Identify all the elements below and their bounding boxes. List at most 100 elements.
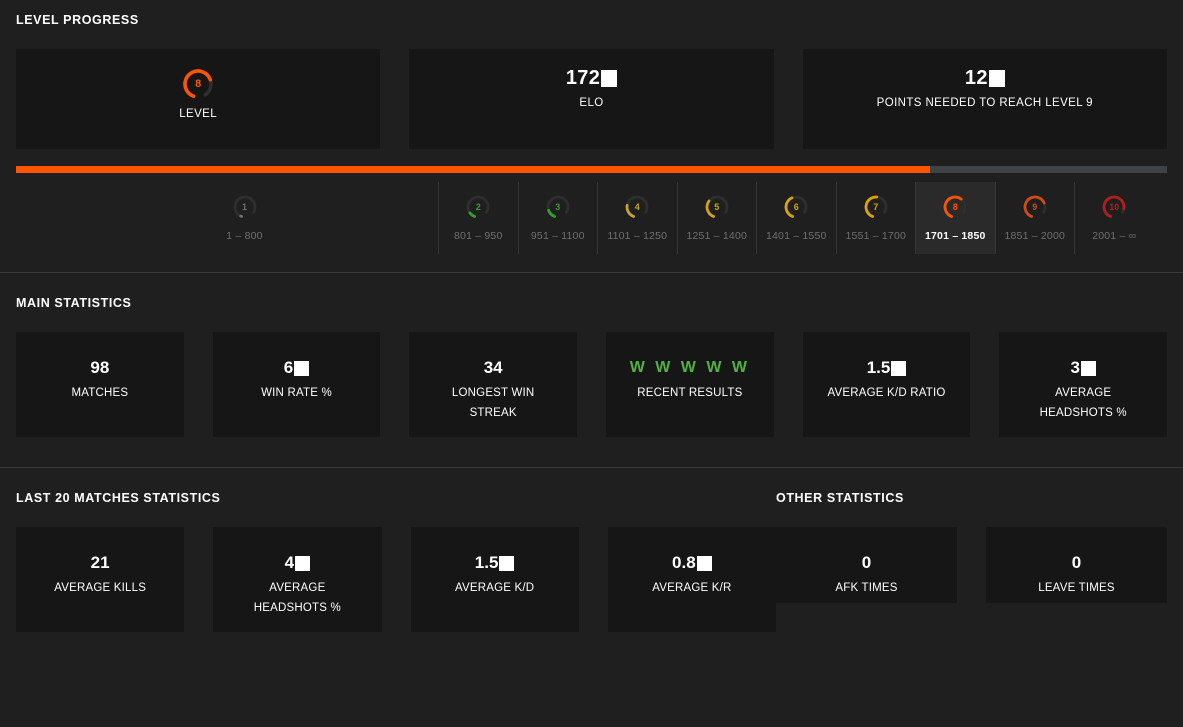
level-gauge-icon-10: 10 <box>1101 194 1127 220</box>
level-cell-5[interactable]: 5 1251 – 1400 <box>676 182 757 254</box>
points-needed-value-wrap: 12 <box>965 67 1005 90</box>
elo-redaction-block <box>601 70 618 87</box>
level-range-5: 1251 – 1400 <box>686 230 748 242</box>
main-stat-value-wrap: 1.5 <box>867 358 907 378</box>
level-cell-9[interactable]: 9 1851 – 2000 <box>994 182 1075 254</box>
last20-stat-label: AVERAGE K/D <box>454 582 535 594</box>
elo-card-label: ELO <box>579 97 604 109</box>
level-range-10: 2001 – ∞ <box>1092 230 1137 242</box>
main-stat-value: 6 <box>283 358 294 377</box>
level-gauge-icon-5: 5 <box>704 194 730 220</box>
level-range-4: 1101 – 1250 <box>607 230 668 242</box>
main-stat-value: 3 <box>1070 358 1080 377</box>
last20-stat-label: AVERAGE K/R <box>652 582 732 594</box>
other-stat-value-wrap: 0 <box>1072 553 1081 573</box>
last20-stat-redaction-block <box>295 555 311 571</box>
other-stat-label: LEAVE TIMES <box>1038 582 1115 594</box>
level-number-1: 1 <box>241 202 247 212</box>
level-number-9: 9 <box>1032 202 1038 212</box>
level-progress-section: LEVEL PROGRESS 8 LEVEL 172 ELO 12 POINTS… <box>0 0 1183 254</box>
last20-stat-value-wrap: 0.8 <box>672 553 712 573</box>
main-stat-card: 1.5 AVERAGE K/D RATIO <box>802 332 971 437</box>
main-stat-value-wrap: 6 <box>283 358 310 378</box>
level-range-3: 951 – 1100 <box>530 230 585 242</box>
level-cell-1[interactable]: 1 1 – 800 <box>205 182 284 254</box>
level-cell-6[interactable]: 6 1401 – 1550 <box>756 182 836 254</box>
main-statistics-grid: 98 MATCHES 6 WIN RATE % 34 LONGEST WIN STREAK… <box>16 332 1168 437</box>
level-number-5: 5 <box>714 202 720 212</box>
level-gauge-icon-1: 1 <box>232 194 258 220</box>
level-ladder-level1-zone: 1 1 – 800 <box>16 182 438 254</box>
main-stat-value-wrap: 3 <box>1070 358 1096 378</box>
last20-heading: LAST 20 MATCHES STATISTICS <box>16 491 221 505</box>
last20-stat-redaction-block <box>499 555 515 571</box>
last20-stat-value-wrap: 1.5 <box>475 553 515 573</box>
main-stat-label: LONGEST WIN STREAK <box>451 387 535 419</box>
last20-stat-value: 0.8 <box>672 553 696 572</box>
main-stat-value-wrap: 98 <box>90 358 109 378</box>
other-statistics-section: OTHER STATISTICS 0 AFK TIMES 0 LEAVE TIMES <box>776 468 1183 632</box>
last20-stat-card: 21 AVERAGE KILLS <box>16 527 185 632</box>
level-gauge-icon: 8 <box>181 67 215 101</box>
main-stat-value: 34 <box>483 358 503 377</box>
level-number-4: 4 <box>634 202 640 212</box>
level-range-6: 1401 – 1550 <box>765 230 827 242</box>
level-cell-2[interactable]: 2 801 – 950 <box>438 182 518 254</box>
level-gauge-icon-2: 2 <box>465 194 491 220</box>
level-cell-8[interactable]: 8 1701 – 1850 <box>915 182 995 254</box>
main-stat-label: RECENT RESULTS <box>637 387 743 399</box>
last20-stat-value: 21 <box>90 553 110 572</box>
main-stat-value: 1.5 <box>866 358 891 377</box>
level-number-7: 7 <box>873 202 879 212</box>
level-range-7: 1551 – 1700 <box>845 230 907 242</box>
points-needed-redaction-block <box>988 70 1005 87</box>
main-statistics-heading: MAIN STATISTICS <box>16 296 132 310</box>
main-stat-card: 98 MATCHES <box>16 332 184 437</box>
points-needed-value: 12 <box>964 67 988 89</box>
main-stat-redaction-block <box>891 360 907 376</box>
main-stat-card: 34 LONGEST WIN STREAK <box>409 332 578 437</box>
last20-stat-card: 0.8 AVERAGE K/R <box>607 527 776 632</box>
level-number-3: 3 <box>555 202 561 212</box>
main-stat-card: 6 WIN RATE % <box>212 332 381 437</box>
main-stat-card: 3 AVERAGE HEADSHOTS % <box>999 332 1168 437</box>
main-stat-redaction-block <box>1080 360 1096 376</box>
last20-stat-card: 1.5 AVERAGE K/D <box>410 527 579 632</box>
last20-stat-value-wrap: 4 <box>284 553 311 573</box>
level-cell-4[interactable]: 4 1101 – 1250 <box>597 182 677 254</box>
level-ladder: 1 1 – 800 2 801 – 950 3 951 – 1100 4 1101 – 12… <box>16 182 1167 254</box>
level-progress-heading: LEVEL PROGRESS <box>16 13 139 27</box>
level-number-10: 10 <box>1109 202 1120 212</box>
last20-stat-value: 4 <box>284 553 295 572</box>
level-gauge-icon-3: 3 <box>545 194 571 220</box>
last20-stat-redaction-block <box>696 555 712 571</box>
level-gauge-icon-9: 9 <box>1022 194 1048 220</box>
level-cell-7[interactable]: 7 1551 – 1700 <box>835 182 916 254</box>
top-summary-cards: 8 LEVEL 172 ELO 12 POINTS NEEDED TO REAC… <box>16 49 1167 149</box>
level-gauge-icon-6: 6 <box>783 194 809 220</box>
other-stat-card: 0 AFK TIMES <box>776 527 957 603</box>
level-gauge-icon-4: 4 <box>624 194 650 220</box>
last20-stat-label: AVERAGE HEADSHOTS % <box>253 582 341 614</box>
main-stat-value: W W W W W <box>629 359 750 376</box>
main-stat-label: AVERAGE HEADSHOTS % <box>1039 387 1127 419</box>
level-number-2: 2 <box>475 202 481 212</box>
elo-progress-bar <box>16 166 1167 173</box>
player-stats-page: LEVEL PROGRESS 8 LEVEL 172 ELO 12 POINTS… <box>0 0 1183 727</box>
other-stat-value-wrap: 0 <box>862 553 871 573</box>
last20-section: LAST 20 MATCHES STATISTICS 21 AVERAGE KIL… <box>0 468 776 632</box>
other-stat-label: AFK TIMES <box>835 582 898 594</box>
level-cell-3[interactable]: 3 951 – 1100 <box>517 182 598 254</box>
elo-card: 172 ELO <box>409 49 774 149</box>
level-card: 8 LEVEL <box>16 49 381 149</box>
level-cell-10[interactable]: 10 2001 – ∞ <box>1074 182 1154 254</box>
level-gauge-icon-7: 7 <box>863 194 889 220</box>
points-needed-card: 12 POINTS NEEDED TO REACH LEVEL 9 <box>802 49 1167 149</box>
other-statistics-heading: OTHER STATISTICS <box>776 491 904 505</box>
elo-value-wrap: 172 <box>566 67 618 90</box>
last20-stat-label: AVERAGE KILLS <box>54 582 147 594</box>
main-stat-label: MATCHES <box>71 387 129 399</box>
last20-stat-card: 4 AVERAGE HEADSHOTS % <box>213 527 382 632</box>
level-range-9: 1851 – 2000 <box>1004 230 1066 242</box>
last20-stat-value: 1.5 <box>474 553 499 572</box>
